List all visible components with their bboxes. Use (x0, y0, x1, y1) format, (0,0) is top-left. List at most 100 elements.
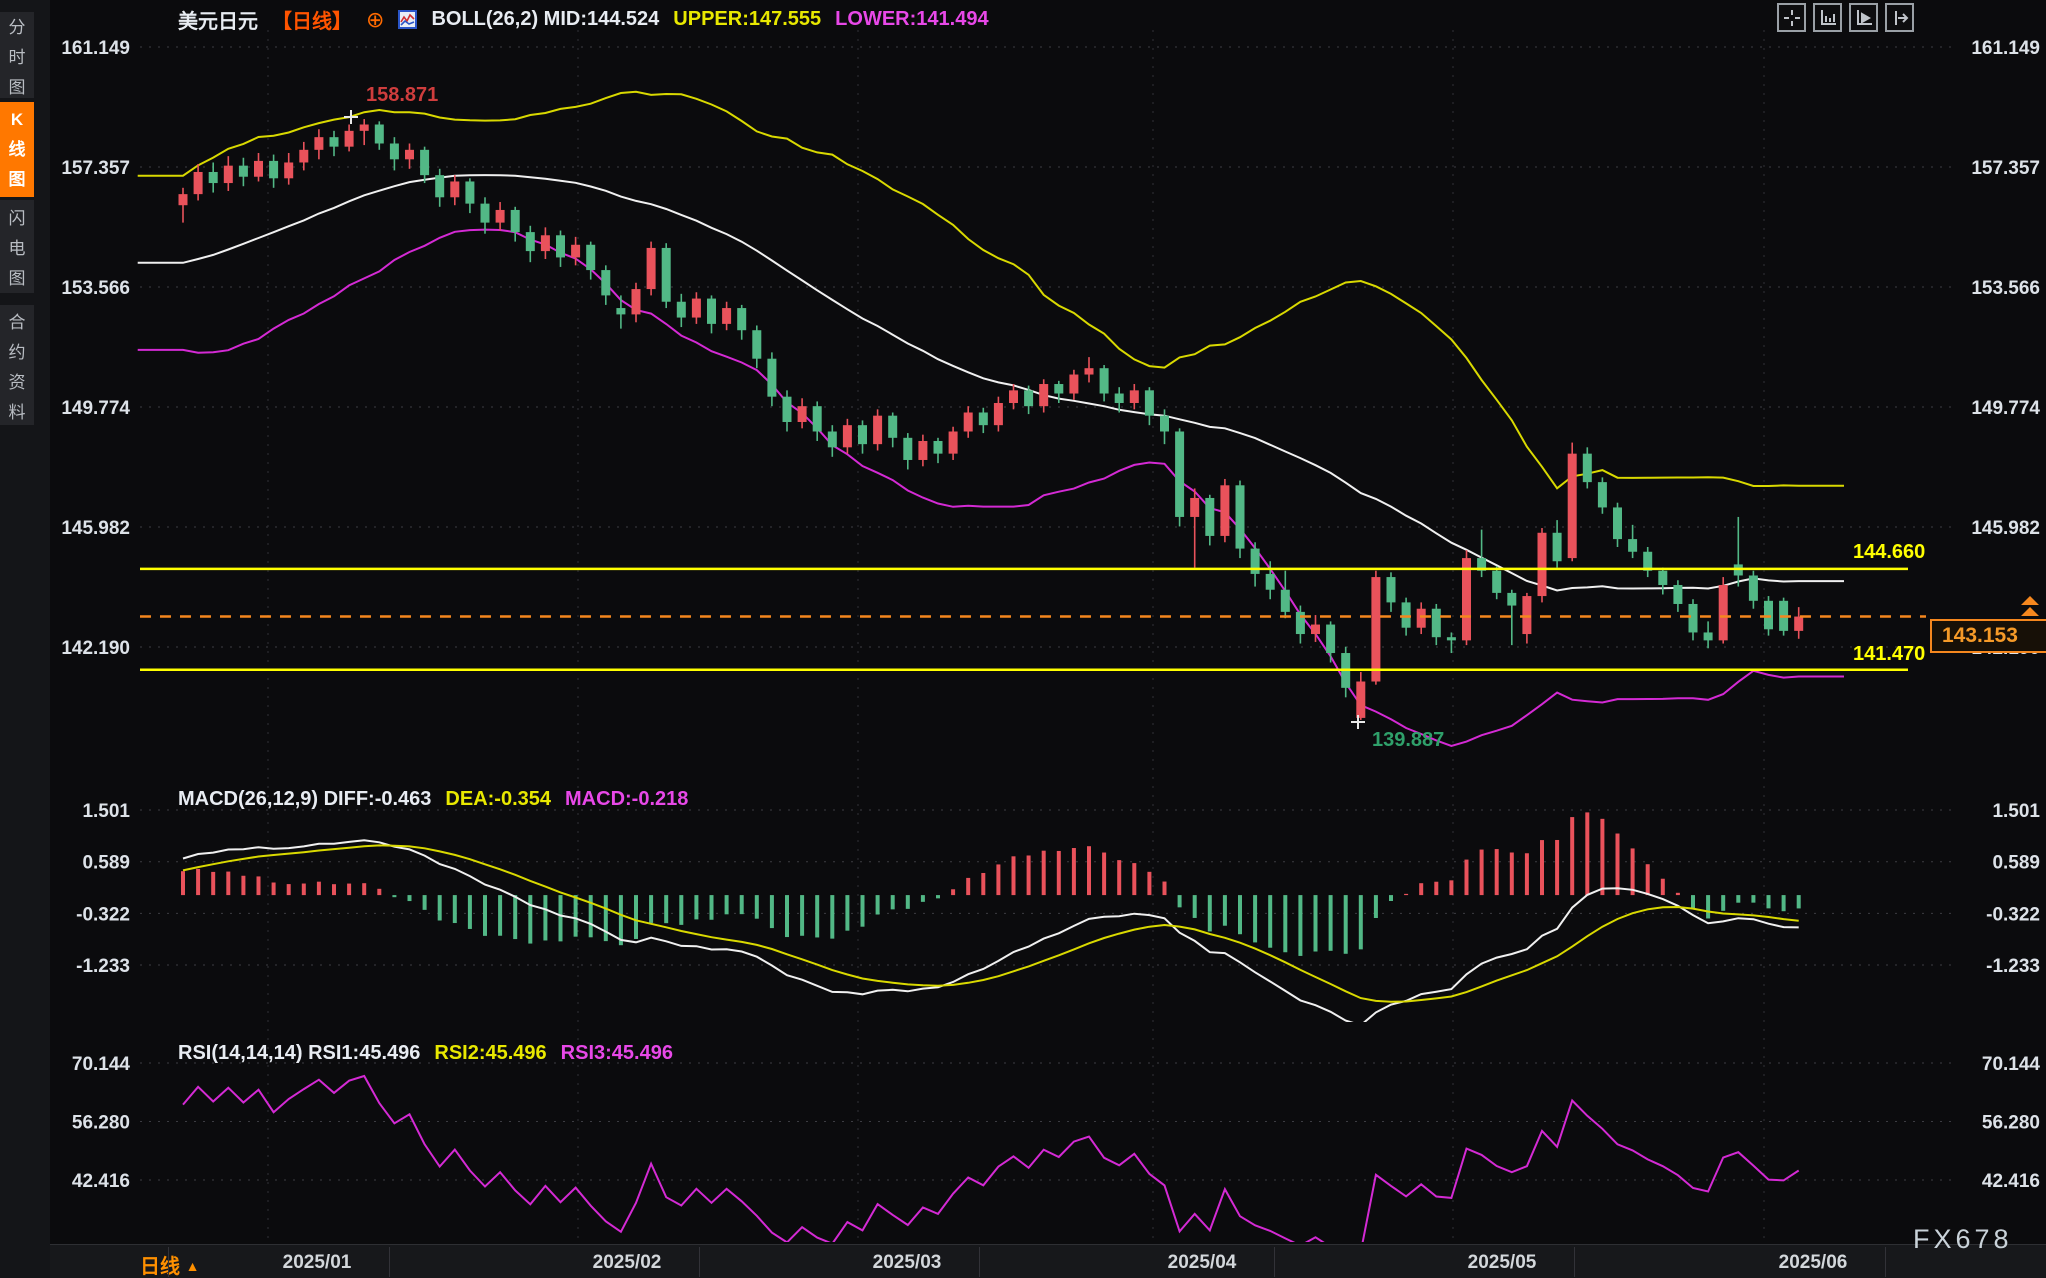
candle-body (843, 425, 852, 447)
period-selector[interactable]: 日线 ▲ (140, 1250, 199, 1278)
month-label: 2025/01 (283, 1252, 352, 1274)
candle-body (918, 441, 927, 460)
sidebar-item-1[interactable]: 分时图 (0, 12, 34, 98)
macd-histogram-bar (257, 876, 261, 895)
macd-histogram-bar (1057, 851, 1061, 895)
candle-body (707, 299, 716, 324)
candle-body (284, 162, 293, 178)
price-axis-label-right: 145.982 (1971, 518, 2040, 539)
candle-body (1719, 585, 1728, 640)
sidebar-item-2[interactable]: K线图 (0, 102, 34, 197)
macd-histogram-bar (1676, 893, 1680, 895)
macd-histogram-bar (1087, 846, 1091, 895)
candle-body (571, 245, 580, 258)
rsi-panel-header: RSI(14,14,14) RSI1:45.496 RSI2:45.496 RS… (178, 1042, 673, 1065)
rsi-axis-label-left: 42.416 (72, 1171, 130, 1192)
candle-body (1553, 533, 1562, 561)
candle-body (903, 438, 912, 460)
price-axis-label-left: 149.774 (61, 398, 130, 419)
candle-body (1402, 602, 1411, 627)
macd-histogram-bar (241, 876, 245, 895)
macd-histogram-bar (1268, 895, 1272, 948)
candle-body (1356, 682, 1365, 718)
macd-diff-readout: MACD(26,12,9) DIFF:-0.463 (178, 788, 431, 811)
sidebar-item-char: 图 (9, 165, 26, 190)
macd-histogram-bar (543, 895, 547, 940)
candle-body (994, 403, 1003, 425)
macd-histogram-bar (755, 895, 759, 919)
rsi-axis-label-right: 56.280 (1982, 1112, 2040, 1133)
macd-histogram-bar (1389, 895, 1393, 901)
candle-body (1024, 390, 1033, 406)
macd-histogram-bar (392, 895, 396, 897)
crosshair-icon[interactable] (1777, 3, 1806, 32)
candle-body (1704, 632, 1713, 640)
candle-body (1175, 431, 1184, 516)
macd-histogram-bar (740, 895, 744, 914)
candle-body (556, 235, 565, 257)
main-chart-header: 美元日元 【日线】 ⊕ BOLL(26,2) MID:144.524 UPPER… (178, 5, 989, 34)
sidebar-item-char: 约 (9, 338, 26, 363)
sidebar-item-3[interactable]: 闪电图 (0, 200, 34, 293)
sidebar-item-char: 闪 (9, 204, 26, 229)
axis-divider (699, 1247, 700, 1277)
macd-histogram-bar (211, 872, 215, 895)
candle-body (194, 172, 203, 194)
candle-body (1462, 558, 1471, 640)
macd-axis-label-right: -1.233 (1986, 956, 2040, 977)
macd-histogram-bar (1283, 895, 1287, 952)
macd-histogram-bar (1510, 853, 1514, 896)
candle-body (934, 441, 943, 454)
candle-body (1251, 549, 1260, 574)
macd-histogram-bar (876, 895, 880, 914)
macd-histogram-bar (664, 895, 668, 923)
macd-axis-label-left: 1.501 (82, 801, 130, 822)
macd-histogram-bar (1147, 872, 1151, 895)
macd-histogram-bar (1661, 879, 1665, 895)
scroll-to-latest-icon[interactable] (2018, 596, 2044, 618)
sidebar-item-4[interactable]: 合约资料 (0, 305, 34, 425)
macd-histogram-bar (1404, 894, 1408, 895)
candle-body (405, 150, 414, 159)
axis-play-icon[interactable] (1849, 3, 1878, 32)
chart-canvas[interactable]: 161.149161.149157.357157.357153.566153.5… (0, 0, 2046, 1278)
macd-histogram-bar (725, 895, 729, 914)
sidebar-item-char: 图 (9, 73, 26, 98)
candle-body (1492, 571, 1501, 593)
axis-divider (389, 1247, 390, 1277)
macd-histogram-bar (1555, 840, 1559, 895)
candle-body (375, 125, 384, 144)
candle-body (481, 204, 490, 223)
candle-body (239, 166, 248, 177)
macd-histogram-bar (619, 895, 623, 945)
add-indicator-icon[interactable]: ⊕ (366, 9, 384, 31)
rsi3-readout: RSI3:45.496 (561, 1042, 673, 1065)
axis-divider (979, 1247, 980, 1277)
axis-bars-icon[interactable] (1813, 3, 1842, 32)
candle-body (1387, 577, 1396, 602)
last-price-tag: 143.153 (1930, 619, 2046, 653)
boll-lower-readout: LOWER:141.494 (835, 8, 988, 31)
price-axis-label-right: 153.566 (1971, 278, 2040, 299)
macd-histogram-bar (181, 871, 185, 895)
macd-histogram-bar (921, 895, 925, 902)
candle-body (1507, 593, 1516, 606)
candle-body (179, 194, 188, 205)
candle-body (949, 431, 958, 453)
macd-histogram-bar (287, 884, 291, 895)
axis-divider (168, 1247, 169, 1277)
sidebar: 分时图 K线图闪电图合约资料 (0, 0, 50, 1278)
macd-histogram-bar (1117, 860, 1121, 895)
goto-last-icon[interactable] (1885, 3, 1914, 32)
month-label: 2025/02 (593, 1252, 662, 1274)
candle-body (873, 416, 882, 444)
low-annotation: 139.887 (1372, 729, 1444, 752)
price-axis-label-right: 157.357 (1971, 158, 2040, 179)
macd-histogram-bar (1465, 860, 1469, 896)
candle-body (496, 210, 505, 223)
price-axis-label-left: 145.982 (61, 518, 130, 539)
macd-histogram-bar (1344, 895, 1348, 954)
macd-histogram-bar (468, 895, 472, 929)
candle-body (1583, 454, 1592, 482)
candle-body (1115, 394, 1124, 403)
